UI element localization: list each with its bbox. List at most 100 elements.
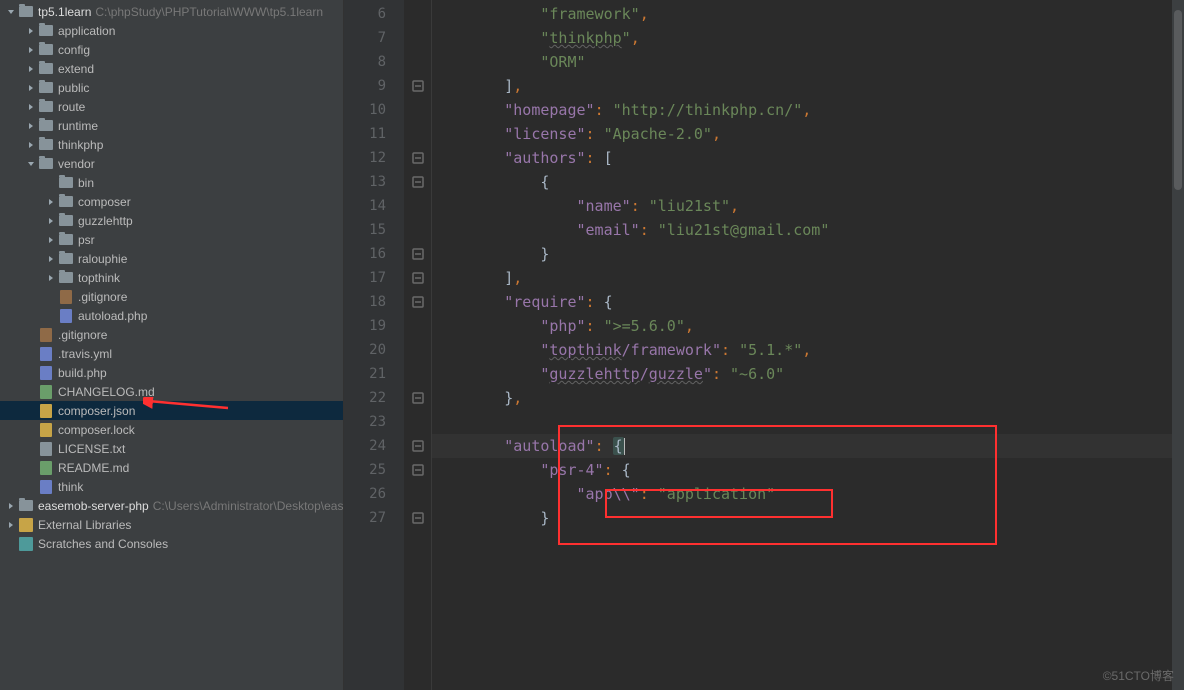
fold-toggle[interactable] (410, 510, 426, 526)
chevron-right-icon[interactable] (6, 501, 16, 511)
fold-toggle[interactable] (410, 462, 426, 478)
code-editor[interactable]: 6789101112131415161718192021222324252627… (344, 0, 1184, 690)
chevron-right-icon[interactable] (26, 349, 36, 359)
tree-folder[interactable]: easemob-server-phpC:\Users\Administrator… (0, 496, 343, 515)
chevron-right-icon[interactable] (46, 254, 56, 264)
chevron-right-icon[interactable] (26, 140, 36, 150)
tree-file[interactable]: composer.lock (0, 420, 343, 439)
chevron-right-icon[interactable] (46, 235, 56, 245)
tree-file[interactable]: LICENSE.txt (0, 439, 343, 458)
chevron-right-icon[interactable] (26, 83, 36, 93)
tree-file[interactable]: CHANGELOG.md (0, 382, 343, 401)
code-line[interactable]: }, (432, 386, 1184, 410)
chevron-right-icon[interactable] (26, 406, 36, 416)
fold-toggle[interactable] (410, 390, 426, 406)
fold-toggle[interactable] (410, 270, 426, 286)
chevron-right-icon[interactable] (26, 444, 36, 454)
code-line[interactable]: "autoload": { (432, 434, 1184, 458)
fold-toggle[interactable] (410, 294, 426, 310)
tree-folder[interactable]: thinkphp (0, 135, 343, 154)
tree-folder[interactable]: route (0, 97, 343, 116)
code-line[interactable]: "thinkphp", (432, 26, 1184, 50)
code-line[interactable]: "email": "liu21st@gmail.com" (432, 218, 1184, 242)
fold-toggle[interactable] (410, 78, 426, 94)
chevron-right-icon[interactable] (46, 216, 56, 226)
chevron-right-icon[interactable] (46, 292, 56, 302)
code-line[interactable]: "framework", (432, 2, 1184, 26)
chevron-right-icon[interactable] (46, 273, 56, 283)
code-line[interactable] (432, 410, 1184, 434)
tree-scratch[interactable]: Scratches and Consoles (0, 534, 343, 553)
node-label: .travis.yml (58, 347, 112, 361)
tree-folder[interactable]: public (0, 78, 343, 97)
tree-file[interactable]: .travis.yml (0, 344, 343, 363)
tree-file[interactable]: .gitignore (0, 287, 343, 306)
node-label: composer.lock (58, 423, 135, 437)
editor-scrollbar[interactable] (1172, 0, 1184, 690)
tree-folder[interactable]: guzzlehttp (0, 211, 343, 230)
chevron-right-icon[interactable] (26, 26, 36, 36)
tree-folder[interactable]: config (0, 40, 343, 59)
tree-folder[interactable]: runtime (0, 116, 343, 135)
tree-file[interactable]: build.php (0, 363, 343, 382)
project-root[interactable]: tp5.1learn C:\phpStudy\PHPTutorial\WWW\t… (0, 2, 343, 21)
code-line[interactable]: "topthink/framework": "5.1.*", (432, 338, 1184, 362)
code-line[interactable]: "license": "Apache-2.0", (432, 122, 1184, 146)
tree-folder[interactable]: bin (0, 173, 343, 192)
tree-folder[interactable]: application (0, 21, 343, 40)
chevron-right-icon[interactable] (26, 45, 36, 55)
tree-folder[interactable]: composer (0, 192, 343, 211)
code-line[interactable]: "require": { (432, 290, 1184, 314)
tree-folder[interactable]: topthink (0, 268, 343, 287)
code-line[interactable]: "guzzlehttp/guzzle": "~6.0" (432, 362, 1184, 386)
chevron-right-icon[interactable] (26, 425, 36, 435)
tree-folder[interactable]: ralouphie (0, 249, 343, 268)
chevron-right-icon[interactable] (26, 102, 36, 112)
node-label: topthink (78, 271, 120, 285)
code-line[interactable]: "homepage": "http://thinkphp.cn/", (432, 98, 1184, 122)
node-label: README.md (58, 461, 129, 475)
fold-toggle[interactable] (410, 174, 426, 190)
code-line[interactable]: } (432, 506, 1184, 530)
tree-file[interactable]: think (0, 477, 343, 496)
tree-file[interactable]: .gitignore (0, 325, 343, 344)
tree-file[interactable]: README.md (0, 458, 343, 477)
chevron-right-icon[interactable] (26, 387, 36, 397)
chevron-right-icon[interactable] (46, 197, 56, 207)
chevron-right-icon[interactable] (46, 311, 56, 321)
tree-file[interactable]: autoload.php (0, 306, 343, 325)
tree-file-selected[interactable]: composer.json (0, 401, 343, 420)
chevron-right-icon[interactable] (46, 178, 56, 188)
code-line[interactable]: ], (432, 266, 1184, 290)
code-line[interactable]: "php": ">=5.6.0", (432, 314, 1184, 338)
chevron-down-icon[interactable] (6, 7, 16, 17)
tree-folder[interactable]: extend (0, 59, 343, 78)
code-line[interactable]: "authors": [ (432, 146, 1184, 170)
chevron-right-icon[interactable] (26, 121, 36, 131)
tree-folder[interactable]: psr (0, 230, 343, 249)
code-line[interactable]: "psr-4": { (432, 458, 1184, 482)
chevron-right-icon[interactable] (6, 520, 16, 530)
folder-icon (59, 252, 73, 266)
chevron-down-icon[interactable] (26, 159, 36, 169)
code-line[interactable]: "app\\": "application" (432, 482, 1184, 506)
code-line[interactable]: "name": "liu21st", (432, 194, 1184, 218)
code-area[interactable]: "framework", "thinkphp", "ORM" ], "homep… (432, 0, 1184, 690)
chevron-right-icon[interactable] (26, 368, 36, 378)
node-label: build.php (58, 366, 107, 380)
code-line[interactable]: } (432, 242, 1184, 266)
chevron-right-icon[interactable] (26, 330, 36, 340)
chevron-right-icon[interactable] (26, 463, 36, 473)
code-line[interactable]: { (432, 170, 1184, 194)
chevron-right-icon[interactable] (26, 482, 36, 492)
chevron-right-icon[interactable] (6, 539, 16, 549)
chevron-right-icon[interactable] (26, 64, 36, 74)
code-line[interactable]: "ORM" (432, 50, 1184, 74)
scrollbar-thumb[interactable] (1174, 10, 1182, 190)
tree-folder[interactable]: vendor (0, 154, 343, 173)
fold-toggle[interactable] (410, 438, 426, 454)
tree-lib[interactable]: External Libraries (0, 515, 343, 534)
code-line[interactable]: ], (432, 74, 1184, 98)
fold-toggle[interactable] (410, 246, 426, 262)
fold-toggle[interactable] (410, 150, 426, 166)
